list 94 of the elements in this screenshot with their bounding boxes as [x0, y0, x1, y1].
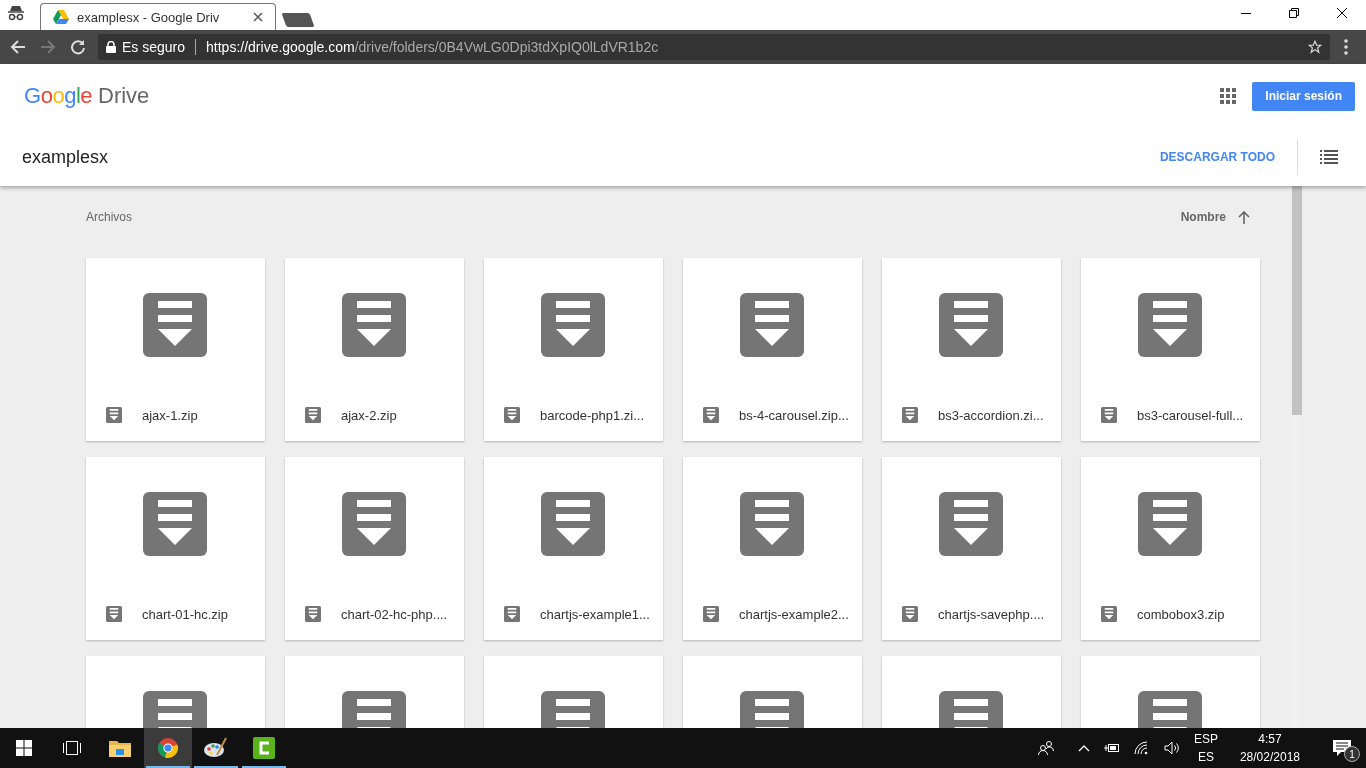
apps-grid-icon[interactable] — [1220, 88, 1237, 104]
zip-file-icon — [504, 606, 520, 622]
zip-file-icon — [342, 492, 406, 556]
chrome-icon — [157, 737, 179, 759]
zip-file-icon — [902, 606, 918, 622]
file-name: ajax-2.zip — [341, 407, 397, 423]
file-name: chartjs-savephp.... — [938, 606, 1045, 622]
new-tab-button[interactable] — [281, 13, 315, 27]
keyboard-layout-code: ES — [1197, 749, 1214, 766]
file-card[interactable]: chartjs-example1... — [484, 457, 663, 640]
list-view-icon[interactable] — [1320, 150, 1338, 164]
wifi-icon[interactable] — [1133, 741, 1150, 755]
address-bar[interactable]: Es seguro https://drive.google.com/drive/folders/0B4VwLG0Dpi3tdXpIQ0lLdVR1b2c — [98, 34, 1330, 60]
bookmark-star-icon[interactable] — [1308, 40, 1322, 54]
people-icon[interactable] — [1037, 740, 1054, 756]
file-card[interactable]: chartjs-example2... — [683, 457, 862, 640]
zip-file-icon — [541, 492, 605, 556]
file-name: bs3-carousel-full... — [1137, 407, 1244, 423]
clock[interactable]: 4:57 28/02/2018 — [1239, 730, 1300, 766]
section-label: Archivos — [86, 210, 132, 224]
clock-time: 4:57 — [1258, 731, 1282, 748]
file-name: chart-01-hc.zip — [142, 606, 228, 622]
tab-title: examplesx - Google Driv — [77, 9, 221, 25]
file-card[interactable]: barcode-php1.zi... — [484, 258, 663, 441]
logo-product-text: Drive — [98, 83, 150, 109]
zip-file-icon — [939, 492, 1003, 556]
zip-file-icon — [902, 407, 918, 423]
file-card[interactable]: ajax-1.zip — [86, 258, 265, 441]
camtasia-icon — [253, 737, 275, 759]
close-icon[interactable] — [253, 12, 263, 22]
zip-file-icon — [342, 293, 406, 357]
zip-file-icon — [939, 293, 1003, 357]
zip-file-icon — [1101, 407, 1117, 423]
zip-file-icon — [106, 606, 122, 622]
zip-file-icon — [541, 293, 605, 357]
zip-file-icon — [740, 492, 804, 556]
zip-file-icon — [305, 407, 321, 423]
incognito-icon — [7, 5, 25, 21]
file-card[interactable]: chart-02-hc-php.... — [285, 457, 464, 640]
zip-file-icon — [703, 407, 719, 423]
browser-tab[interactable]: examplesx - Google Driv — [40, 3, 276, 30]
file-card[interactable]: bs3-accordion.zi... — [882, 258, 1061, 441]
menu-icon[interactable] — [1344, 39, 1348, 55]
file-card[interactable]: bs-4-carousel.zip... — [683, 258, 862, 441]
zip-file-icon — [703, 606, 719, 622]
security-label: Es seguro — [122, 39, 186, 55]
scrollbar-thumb[interactable] — [1292, 186, 1302, 415]
file-card[interactable]: chart-01-hc.zip — [86, 457, 265, 640]
file-name: combobox3.zip — [1137, 606, 1225, 622]
speaker-icon[interactable] — [1163, 741, 1180, 755]
file-card[interactable]: combobox3.zip — [1081, 457, 1260, 640]
chevron-up-icon[interactable] — [1077, 744, 1090, 752]
up-arrow-icon[interactable] — [1238, 210, 1250, 224]
file-name: bs-4-carousel.zip... — [739, 407, 849, 423]
file-card[interactable]: bs3-carousel-full... — [1081, 258, 1260, 441]
zip-file-icon — [740, 293, 804, 357]
download-all-link[interactable]: DESCARGAR TODO — [1159, 150, 1275, 164]
task-view-icon — [62, 740, 82, 756]
back-arrow-icon[interactable] — [10, 39, 26, 55]
file-name: bs3-accordion.zi... — [938, 407, 1044, 423]
clock-date: 28/02/2018 — [1239, 749, 1300, 766]
folder-icon — [109, 739, 131, 757]
file-card[interactable]: chartjs-savephp.... — [882, 457, 1061, 640]
reload-icon[interactable] — [70, 39, 86, 55]
file-name: chart-02-hc-php.... — [341, 606, 448, 622]
file-name: barcode-php1.zi... — [540, 407, 645, 423]
restore-icon[interactable] — [1289, 8, 1299, 18]
zip-file-icon — [106, 407, 122, 423]
zip-file-icon — [1101, 606, 1117, 622]
file-card[interactable]: ajax-2.zip — [285, 258, 464, 441]
file-name: chartjs-example1... — [540, 606, 650, 622]
language-code: ESP — [1193, 731, 1218, 748]
zip-file-icon — [305, 606, 321, 622]
close-icon[interactable] — [1337, 8, 1347, 18]
battery-icon[interactable] — [1103, 742, 1120, 754]
notification-count-badge: 1 — [1344, 746, 1360, 762]
zip-file-icon — [143, 293, 207, 357]
windows-logo-icon — [16, 740, 32, 756]
taskbar-app-button[interactable] — [144, 728, 192, 768]
url-text: https://drive.google.com/drive/folders/0B4VwLG0Dpi3tdXpIQ0lLdVR1b2c — [206, 39, 659, 55]
drive-logo-icon — [53, 10, 69, 24]
sort-by-name-button[interactable]: Nombre — [1180, 210, 1226, 224]
file-name: chartjs-example2... — [739, 606, 849, 622]
folder-title: examplesx — [22, 146, 109, 168]
file-name: ajax-1.zip — [142, 407, 198, 423]
zip-file-icon — [1138, 293, 1202, 357]
input-language-indicator[interactable]: ESP ES — [1193, 730, 1218, 766]
zip-file-icon — [1138, 492, 1202, 556]
logo-google-text: Google — [24, 83, 92, 109]
zip-file-icon — [504, 407, 520, 423]
palette-icon — [204, 737, 228, 759]
zip-file-icon — [143, 492, 207, 556]
lock-icon — [106, 41, 116, 53]
sign-in-button[interactable]: Iniciar sesión — [1252, 81, 1355, 111]
